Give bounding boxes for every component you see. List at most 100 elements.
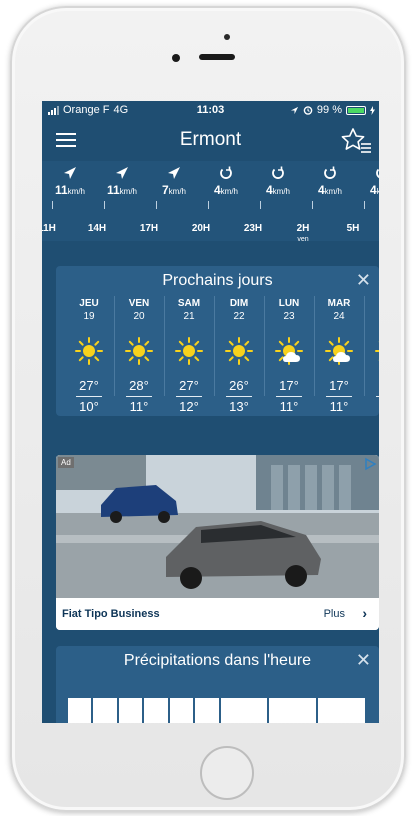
forecast-day[interactable]: LUN 23 17° 11° bbox=[264, 298, 314, 414]
temp-min: 9 bbox=[364, 399, 379, 414]
wind-speed: 11km/h bbox=[106, 183, 138, 197]
day-separator bbox=[264, 296, 265, 396]
day-name: MAR bbox=[327, 298, 351, 309]
temp-divider bbox=[176, 396, 202, 397]
day-date: 19 bbox=[83, 311, 95, 322]
front-sensor bbox=[224, 34, 230, 40]
hour-label: 23H bbox=[243, 223, 263, 234]
favorites-star-icon[interactable] bbox=[339, 125, 373, 155]
forecast-day[interactable]: MAR 24 17° 11° bbox=[314, 298, 364, 414]
day-separator bbox=[114, 296, 115, 396]
hour-label: 11H bbox=[42, 223, 56, 234]
hour-wind-item: 4km/h bbox=[356, 161, 379, 197]
temp-max: 26° bbox=[229, 378, 249, 393]
battery-icon bbox=[346, 105, 366, 115]
forecast-title: Prochains jours bbox=[162, 272, 273, 289]
temp-max: 28° bbox=[129, 378, 149, 393]
wind-variable-icon bbox=[200, 163, 252, 183]
ad-more-link[interactable]: Plus bbox=[324, 608, 345, 620]
ad-badge: Ad bbox=[58, 457, 74, 468]
sun-icon bbox=[164, 336, 214, 366]
battery-percent: 99 % bbox=[316, 104, 342, 116]
sun-icon bbox=[64, 336, 114, 366]
hour-wind-item: 7km/h bbox=[148, 161, 200, 197]
temp-max: 1! bbox=[364, 378, 379, 393]
hour-label: 17H bbox=[139, 223, 159, 234]
temp-max: 27° bbox=[79, 378, 99, 393]
temp-divider bbox=[376, 396, 379, 397]
temp-max: 17° bbox=[279, 378, 299, 393]
forecast-day[interactable]: SAM 21 27° 12° bbox=[164, 298, 214, 414]
temp-min: 11° bbox=[129, 399, 149, 414]
sun-icon bbox=[214, 336, 264, 366]
temp-divider bbox=[276, 396, 302, 397]
hour-wind-item: 4km/h bbox=[252, 161, 304, 197]
home-button[interactable] bbox=[200, 746, 254, 800]
temp-min: 13° bbox=[229, 399, 249, 414]
temp-divider bbox=[126, 396, 152, 397]
sun-cloud-icon bbox=[314, 336, 364, 366]
sun-cloud-icon bbox=[264, 336, 314, 366]
hour-ticks bbox=[42, 201, 379, 211]
wind-speed: 4km/h bbox=[265, 183, 291, 197]
alarm-icon bbox=[303, 106, 313, 115]
wind-speed: 4km/h bbox=[317, 183, 343, 197]
temp-min: 11° bbox=[329, 399, 349, 414]
precipitation-chart bbox=[68, 698, 365, 723]
wind-arrow-icon bbox=[96, 163, 148, 183]
day-separator bbox=[164, 296, 165, 396]
wind-speed: 4km/h bbox=[213, 183, 239, 197]
wind-arrow-icon bbox=[44, 163, 96, 183]
day-date: 21 bbox=[183, 311, 195, 322]
front-camera bbox=[172, 54, 180, 62]
day-date: 23 bbox=[283, 311, 295, 322]
forecast-day[interactable]: VEN 20 28° 11° bbox=[114, 298, 164, 414]
day-date: 22 bbox=[233, 311, 245, 322]
forecast-day[interactable]: JEU 19 27° 10° bbox=[64, 298, 114, 414]
hour-wind-item: 4km/h bbox=[304, 161, 356, 197]
hour-wind-item: 11km/h bbox=[96, 161, 148, 197]
hour-label: 2H bbox=[296, 223, 310, 234]
forecast-days: JEU 19 27° 10° VEN 20 28° 11° SAM 21 27°… bbox=[64, 298, 379, 414]
day-date: 24 bbox=[333, 311, 345, 322]
temp-max: 17° bbox=[329, 378, 349, 393]
day-date: 2 bbox=[364, 311, 379, 322]
location-icon bbox=[290, 106, 299, 114]
earpiece-speaker bbox=[199, 54, 235, 60]
wind-speed: 4km/h bbox=[369, 183, 379, 197]
status-bar: Orange F 4G 11:03 99 % bbox=[42, 101, 379, 119]
charging-icon bbox=[370, 105, 375, 115]
chevron-right-icon[interactable]: › bbox=[362, 605, 367, 621]
ad-title: Fiat Tipo Business bbox=[62, 608, 160, 620]
hour-wind-item: 4km/h bbox=[200, 161, 252, 197]
day-name: VEN bbox=[128, 298, 150, 309]
app-header: Ermont bbox=[42, 123, 379, 157]
wind-variable-icon bbox=[304, 163, 356, 183]
close-icon[interactable]: ✕ bbox=[356, 650, 371, 671]
car-photo-illustration bbox=[56, 455, 379, 598]
wind-speed: 11km/h bbox=[54, 183, 86, 197]
hour-wind-item: 11km/h bbox=[44, 161, 96, 197]
temp-min: 10° bbox=[79, 399, 99, 414]
hour-label: 20H bbox=[191, 223, 211, 234]
hour-label: 5H bbox=[346, 223, 360, 234]
adchoices-icon[interactable] bbox=[363, 457, 377, 471]
hourly-strip[interactable]: 11km/h 11km/h 7km/h 4km/h 4km/h 4km/h 4k… bbox=[42, 161, 379, 243]
wind-arrow-icon bbox=[148, 163, 200, 183]
wind-speed: 7km/h bbox=[161, 183, 187, 197]
sun-icon bbox=[114, 336, 164, 366]
wind-variable-icon bbox=[356, 163, 379, 183]
precipitation-card: Précipitations dans l'heure ✕ bbox=[56, 646, 379, 723]
day-name: JEU bbox=[79, 298, 99, 309]
close-icon[interactable]: ✕ bbox=[356, 270, 371, 291]
day-separator bbox=[364, 296, 365, 396]
day-date: 20 bbox=[133, 311, 145, 322]
day-separator bbox=[314, 296, 315, 396]
temp-divider bbox=[76, 396, 102, 397]
ad-info-bar[interactable]: Fiat Tipo Business Plus › bbox=[56, 598, 379, 630]
forecast-day[interactable]: DIM 22 26° 13° bbox=[214, 298, 264, 414]
ad-banner[interactable]: Ad Fiat Tipo Business Plus › bbox=[56, 455, 379, 630]
day-name: SAM bbox=[177, 298, 201, 309]
forecast-day[interactable]: MI 2 1! 9 bbox=[364, 298, 379, 414]
ad-image[interactable]: Ad bbox=[56, 455, 379, 598]
